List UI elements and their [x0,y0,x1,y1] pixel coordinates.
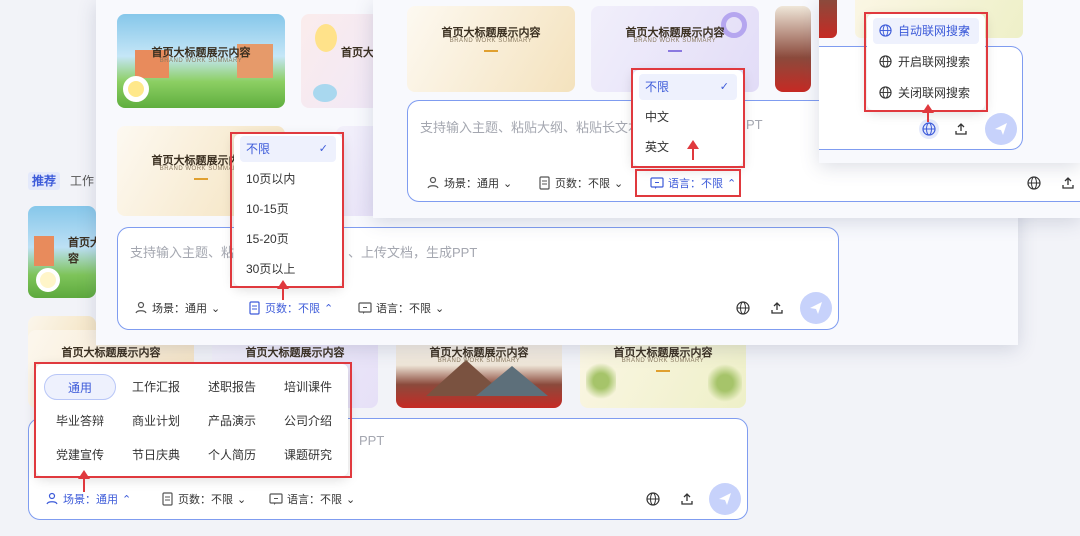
highlight-arrow [78,470,90,492]
language-icon [358,302,372,314]
globe-icon[interactable] [1026,175,1042,191]
template-thumb[interactable] [775,6,811,92]
plant-image [586,360,616,402]
chevron-down-icon: ⌄ [614,177,624,190]
language-dropdown[interactable]: 语言：不限 ⌄ [358,300,444,316]
scene-dropdown[interactable]: 场景：通用 ⌃ [45,491,131,507]
prompt-placeholder: 支持输入主题、粘贴大纲、粘贴长文本 [420,120,642,135]
highlight-box [34,362,352,478]
thumb-title: 首页大标题展示内容 [61,347,161,359]
prompt-placeholder-tail: PPT [359,433,385,448]
globe-icon[interactable] [919,119,939,139]
pages-dropdown[interactable]: 页数：不限 ⌄ [161,491,246,507]
globe-icon[interactable] [645,491,661,507]
prompt-input-box[interactable]: 支持输入主题、粘 、上传文档，生成PPT 场景：通用 ⌄ 页数：不限 ⌃ 语言：… [117,227,839,330]
upload-icon[interactable] [953,121,969,137]
blob-image [313,84,337,102]
mountain-image [476,366,548,396]
language-label: 语言：不限 [376,303,431,315]
pages-icon [162,492,173,506]
upload-icon[interactable] [679,491,695,507]
thumb-accent-bar [484,50,498,52]
thumb-accent-bar [668,50,682,52]
pages-label: 页数：不限 [265,303,320,315]
scene-icon [135,301,147,314]
prompt-placeholder: 支持输入主题、粘 [130,245,235,260]
scene-label: 场景：通用 [152,303,207,315]
scene-label: 场景：通用 [444,178,499,190]
send-button[interactable] [800,292,832,324]
thumb-subtitle: BRAND WORK SUMMARY [633,38,717,44]
scene-dropdown[interactable]: 场景：通用 ⌄ [426,175,512,191]
template-thumb[interactable]: 首页大标题展示内容 BRAND WORK SUMMARY [407,6,575,92]
prompt-placeholder-tail: PT [746,117,763,132]
upload-icon[interactable] [1060,175,1076,191]
highlight-box [635,169,741,197]
chevron-down-icon: ⌄ [346,493,356,506]
thumb-accent-bar [656,370,670,372]
building-image [34,236,54,266]
pages-icon [539,176,550,190]
thumb-title: 首页大标题展示内容 [68,237,96,265]
tab-work[interactable]: 工作 [70,172,96,190]
plant-image [708,362,742,404]
chevron-down-icon: ⌄ [211,302,221,315]
chevron-up-icon: ⌃ [122,493,132,506]
thumb-subtitle: BRAND WORK SUMMARY [159,58,243,64]
language-label: 语言：不限 [287,494,342,506]
pages-icon [249,301,260,315]
highlight-arrow [922,104,934,122]
prompt-placeholder-tail: 、上传文档，生成PPT [348,245,478,260]
send-button[interactable] [985,113,1017,145]
thumb-accent-bar [194,178,208,180]
globe-icon[interactable] [735,300,751,316]
template-thumb[interactable]: 首页大标题展示内容 [301,14,381,108]
template-thumb[interactable]: 首页大标题展示内容 [28,206,96,298]
template-thumb[interactable] [819,0,837,38]
highlight-box [230,132,344,288]
scene-icon [427,176,439,189]
language-icon [269,493,283,505]
highlight-arrow [277,280,289,300]
scene-dropdown[interactable]: 场景：通用 ⌄ [134,300,220,316]
chevron-down-icon: ⌄ [503,177,513,190]
tab-recommend[interactable]: 推荐 [28,172,60,190]
pages-dropdown[interactable]: 页数：不限 ⌄ [538,175,623,191]
thumb-subtitle: BRAND WORK SUMMARY [621,358,705,364]
pages-label: 页数：不限 [555,178,610,190]
blob-image [315,24,337,52]
template-thumb[interactable]: 首页大标题展示内容 BRAND WORK SUMMARY [117,14,285,108]
chevron-down-icon: ⌄ [435,302,445,315]
language-dropdown[interactable]: 语言：不限 ⌄ [269,491,355,507]
highlight-arrow [687,140,699,160]
pages-dropdown[interactable]: 页数：不限 ⌃ [248,300,333,316]
chevron-down-icon: ⌄ [237,493,247,506]
highlight-box [864,12,988,112]
scene-icon [46,492,58,505]
scene-label: 场景：通用 [63,494,118,506]
thumb-subtitle: BRAND WORK SUMMARY [437,358,521,364]
thumb-subtitle: BRAND WORK SUMMARY [449,38,533,44]
flower-image [123,76,149,102]
upload-icon[interactable] [769,300,785,316]
pages-label: 页数：不限 [178,494,233,506]
highlight-box [631,68,745,168]
flower-image [36,268,60,292]
send-button[interactable] [709,483,741,515]
thumb-title: 首页大标题展示内容 [245,347,345,359]
chevron-up-icon: ⌃ [324,302,334,315]
layer-search-panel: 自动联网搜索 ✓ 开启联网搜索 关闭联网搜索 [819,0,1080,163]
